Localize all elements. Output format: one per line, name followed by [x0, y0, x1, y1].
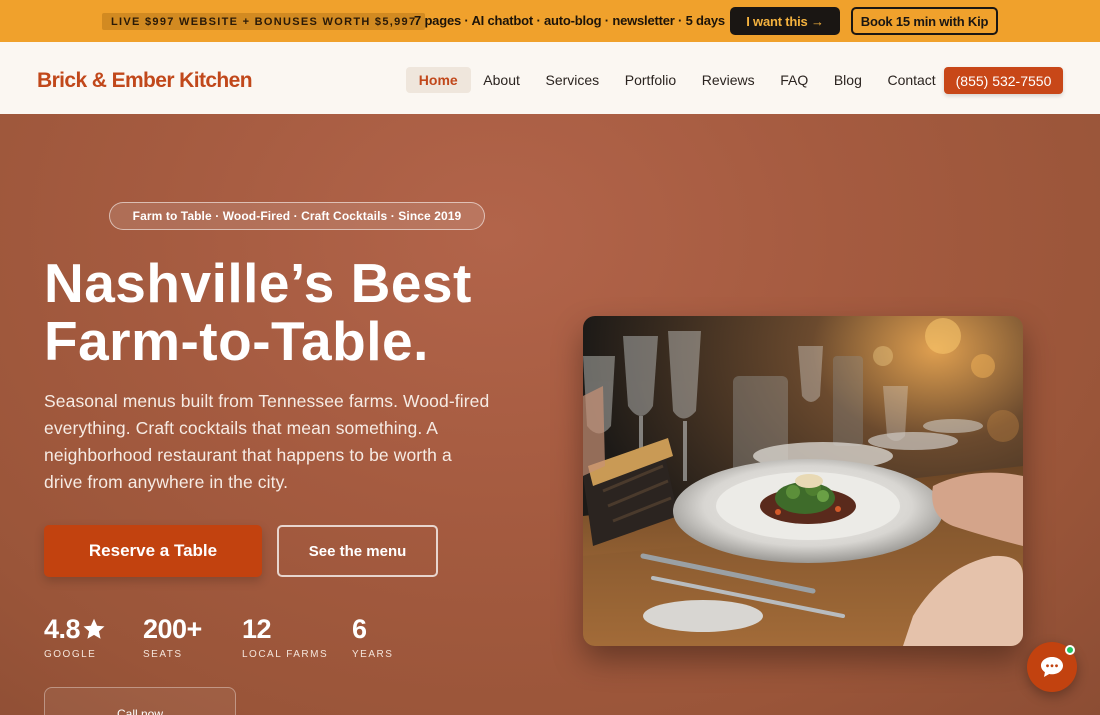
stat-label: SEATS: [143, 649, 183, 660]
headline-line-2: Farm-to-Table.: [44, 310, 429, 372]
chat-online-indicator: [1065, 645, 1075, 655]
stat-farms: 12 LOCAL FARMS: [242, 613, 329, 661]
stat-label: LOCAL FARMS: [242, 649, 329, 660]
hero-subtext: Seasonal menus built from Tennessee farm…: [44, 391, 490, 492]
stat-value: 4.8: [44, 613, 81, 644]
stat-years: 6 YEARS: [352, 613, 394, 661]
site-header: Brick & Ember Kitchen Home About Service…: [0, 42, 1100, 114]
i-want-this-button[interactable]: I want this →: [730, 7, 840, 35]
call-now-card[interactable]: Call now: [44, 687, 236, 715]
star-icon: [83, 618, 105, 639]
nav-item-home[interactable]: Home: [406, 67, 471, 93]
reserve-table-button[interactable]: Reserve a Table: [44, 525, 262, 577]
stat-value: 12: [242, 613, 272, 644]
headline-line-1: Nashville’s Best: [44, 252, 472, 314]
restaurant-photo: [583, 316, 1023, 646]
main-nav: Home About Services Portfolio Reviews FA…: [406, 67, 949, 93]
nav-item-about[interactable]: About: [471, 67, 533, 93]
promo-text: 7 pages · AI chatbot · auto-blog · newsl…: [414, 13, 725, 28]
stat-label: YEARS: [352, 649, 394, 660]
dining-table-image: [583, 316, 1023, 646]
hero-section: Farm to Table · Wood-Fired · Craft Cockt…: [0, 114, 1100, 715]
promo-tag: LIVE $997 WEBSITE + BONUSES WORTH $5,997: [102, 13, 426, 30]
see-menu-button[interactable]: See the menu: [277, 525, 438, 577]
nav-item-blog[interactable]: Blog: [821, 67, 875, 93]
nav-item-services[interactable]: Services: [533, 67, 612, 93]
nav-item-faq[interactable]: FAQ: [767, 67, 821, 93]
chat-bubble-icon: [1041, 657, 1063, 677]
nav-item-portfolio[interactable]: Portfolio: [612, 67, 689, 93]
stat-value: 6: [352, 613, 367, 644]
nav-item-contact[interactable]: Contact: [875, 67, 949, 93]
site-logo[interactable]: Brick & Ember Kitchen: [37, 69, 253, 93]
stat-google: 4.8 GOOGLE: [44, 614, 106, 660]
phone-button[interactable]: (855) 532-7550: [944, 67, 1063, 94]
hero-headline: Nashville’s Best Farm-to-Table.: [44, 254, 564, 370]
book-call-button[interactable]: Book 15 min with Kip: [851, 7, 998, 35]
stat-seats: 200+ SEATS: [143, 613, 202, 661]
promo-bar: LIVE $997 WEBSITE + BONUSES WORTH $5,997…: [0, 0, 1100, 42]
stat-value: 200+: [143, 613, 202, 644]
hero-pill: Farm to Table · Wood-Fired · Craft Cockt…: [109, 202, 485, 230]
nav-item-reviews[interactable]: Reviews: [689, 67, 768, 93]
stat-label: GOOGLE: [44, 649, 97, 660]
